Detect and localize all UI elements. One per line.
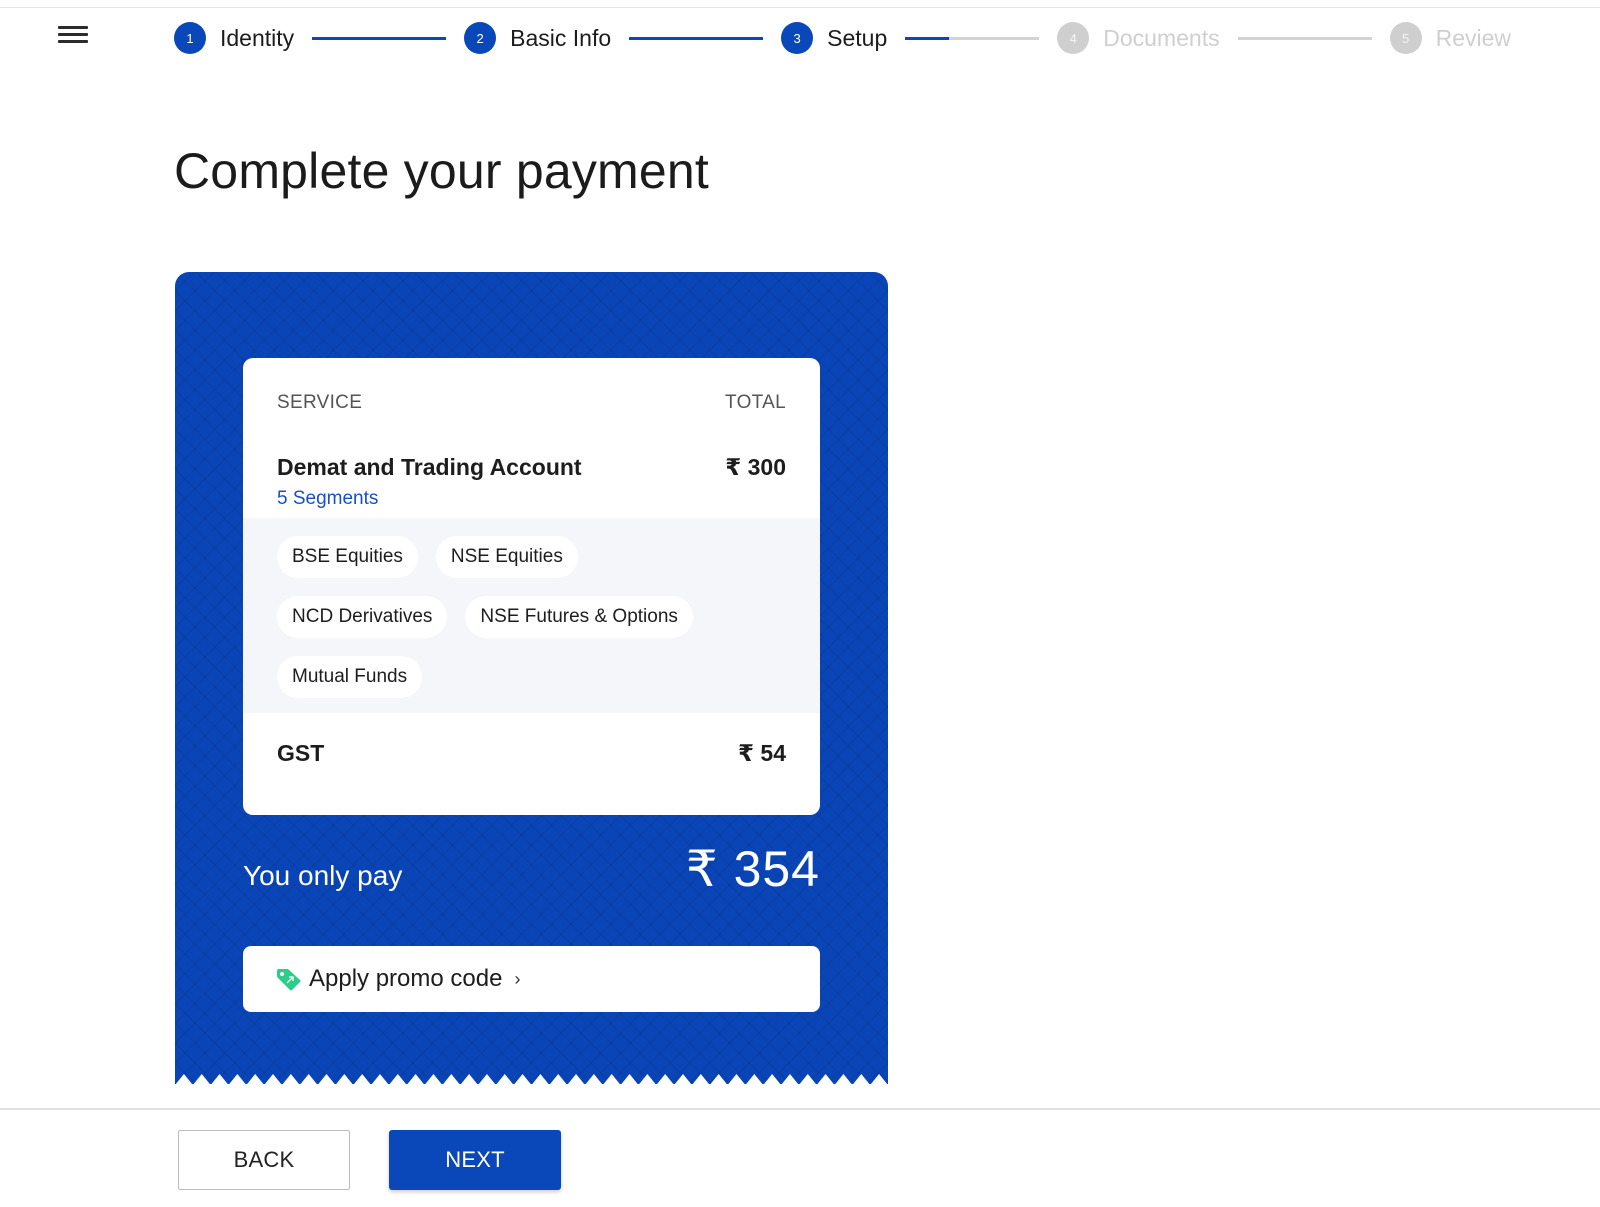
hamburger-icon-bar bbox=[58, 33, 88, 36]
step-connector bbox=[312, 36, 447, 40]
progress-stepper: 1 Identity 2 Basic Info 3 Setup 4 Docume… bbox=[174, 18, 1511, 58]
step-label: Documents bbox=[1103, 24, 1220, 51]
hamburger-icon-bar bbox=[58, 40, 88, 43]
page-title: Complete your payment bbox=[174, 143, 710, 199]
connector-fill bbox=[312, 36, 447, 40]
step-identity[interactable]: 1 Identity bbox=[174, 22, 294, 54]
service-line-item: Demat and Trading Account ₹ 300 bbox=[277, 454, 786, 481]
promo-label: Apply promo code bbox=[309, 965, 503, 992]
service-column-header: SERVICE bbox=[277, 392, 363, 413]
step-setup[interactable]: 3 Setup bbox=[781, 22, 887, 54]
total-column-header: TOTAL bbox=[725, 392, 786, 413]
apply-promo-code-button[interactable]: Apply promo code › bbox=[243, 946, 820, 1012]
service-name: Demat and Trading Account bbox=[277, 454, 582, 480]
segments-link[interactable]: 5 Segments bbox=[277, 488, 378, 510]
next-button[interactable]: NEXT bbox=[389, 1130, 561, 1190]
step-number-badge: 2 bbox=[464, 22, 497, 54]
top-border bbox=[0, 0, 1600, 8]
header: 1 Identity 2 Basic Info 3 Setup 4 Docume… bbox=[0, 8, 1600, 68]
bill-summary: SERVICE TOTAL Demat and Trading Account … bbox=[243, 358, 820, 815]
step-label: Basic Info bbox=[510, 24, 612, 51]
chevron-right-icon: › bbox=[514, 968, 521, 989]
step-connector bbox=[1237, 36, 1372, 40]
receipt-zigzag-edge bbox=[175, 1074, 888, 1085]
connector-fill bbox=[629, 36, 764, 40]
gst-amount: ₹ 54 bbox=[738, 740, 786, 766]
hamburger-menu-button[interactable] bbox=[58, 22, 92, 50]
step-documents[interactable]: 4 Documents bbox=[1057, 22, 1220, 54]
segments-list: BSE Equities NSE Equities NCD Derivative… bbox=[243, 518, 820, 713]
step-label: Review bbox=[1435, 24, 1512, 51]
segment-chip: NCD Derivatives bbox=[277, 596, 448, 638]
segment-chip: NSE Futures & Options bbox=[465, 596, 693, 638]
total-amount: ₹ 354 bbox=[685, 841, 820, 897]
step-review[interactable]: 5 Review bbox=[1389, 22, 1512, 54]
step-number-badge: 5 bbox=[1389, 22, 1422, 54]
segment-chip: Mutual Funds bbox=[277, 656, 423, 698]
tag-icon bbox=[277, 969, 301, 991]
step-number-badge: 3 bbox=[781, 22, 814, 54]
step-connector bbox=[629, 36, 764, 40]
service-price: ₹ 300 bbox=[725, 454, 786, 480]
payment-receipt-card: SERVICE TOTAL Demat and Trading Account … bbox=[175, 272, 888, 1085]
footer-nav: BACK NEXT bbox=[0, 1108, 1600, 1207]
hamburger-icon-bar bbox=[58, 26, 88, 29]
gst-label: GST bbox=[277, 740, 325, 766]
gst-line-item: GST ₹ 54 bbox=[277, 740, 786, 767]
step-basic-info[interactable]: 2 Basic Info bbox=[464, 22, 611, 54]
total-label: You only pay bbox=[243, 860, 403, 891]
total-payable: You only pay ₹ 354 bbox=[243, 840, 820, 898]
step-label: Setup bbox=[827, 24, 888, 51]
step-number-badge: 1 bbox=[174, 22, 206, 54]
step-label: Identity bbox=[220, 24, 295, 51]
segment-chip: BSE Equities bbox=[277, 536, 418, 578]
segment-chip: NSE Equities bbox=[435, 536, 578, 578]
step-number-badge: 4 bbox=[1057, 22, 1090, 54]
back-button[interactable]: BACK bbox=[178, 1130, 350, 1190]
step-connector bbox=[905, 36, 1040, 40]
bill-column-headers: SERVICE TOTAL bbox=[277, 392, 786, 414]
connector-fill bbox=[905, 36, 950, 40]
